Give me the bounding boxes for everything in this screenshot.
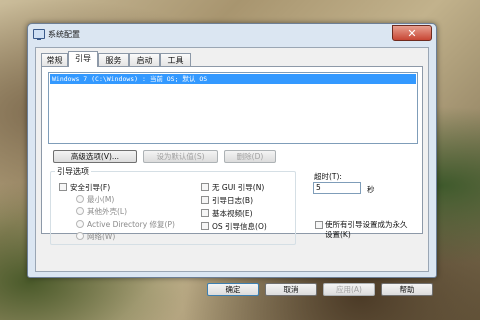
active-directory-repair-label: Active Directory 修复(P) [87, 220, 175, 229]
os-boot-info-label: OS 引导信息(O) [212, 222, 267, 231]
cancel-button[interactable]: 取消 [265, 283, 317, 296]
boot-options-group: 引导选项 安全引导(F) 最小(M) 其他外壳(L) Active Direct… [50, 166, 296, 245]
close-button[interactable]: ✕ [392, 25, 432, 41]
boot-options-label: 引导选项 [55, 166, 91, 177]
network-label: 网络(W) [87, 232, 116, 241]
no-gui-boot-checkbox[interactable] [201, 183, 209, 191]
safe-boot-checkbox[interactable] [59, 183, 67, 191]
monitor-icon [33, 29, 45, 40]
base-video-label: 基本视频(E) [212, 209, 253, 218]
dialog-client: 常规 引导 服务 启动 工具 Windows 7 (C:\Windows) : … [35, 47, 433, 296]
alternate-shell-radio[interactable] [76, 207, 84, 215]
tab-tools[interactable]: 工具 [160, 53, 191, 66]
make-permanent-label-line2: 设置(K) [325, 230, 351, 239]
ok-button[interactable]: 确定 [207, 283, 259, 296]
alternate-shell-label: 其他外壳(L) [87, 207, 128, 216]
set-as-default-button[interactable]: 设为默认值(S) [143, 150, 218, 163]
boot-entry-selected[interactable]: Windows 7 (C:\Windows) : 当前 OS; 默认 OS [50, 74, 416, 84]
timeout-label: 超时(T): [314, 172, 342, 181]
boot-entry-list[interactable]: Windows 7 (C:\Windows) : 当前 OS; 默认 OS [48, 72, 418, 144]
timeout-unit-label: 秒 [367, 185, 375, 194]
safe-boot-label: 安全引导(F) [70, 183, 111, 192]
minimal-label: 最小(M) [87, 195, 115, 204]
help-button[interactable]: 帮助 [381, 283, 433, 296]
apply-button[interactable]: 应用(A) [323, 283, 375, 296]
tab-boot[interactable]: 引导 [68, 51, 98, 67]
timeout-input[interactable]: 5 [313, 182, 361, 194]
base-video-checkbox[interactable] [201, 209, 209, 217]
os-boot-info-checkbox[interactable] [201, 222, 209, 230]
active-directory-repair-radio[interactable] [76, 220, 84, 228]
system-configuration-window: 系统配置 ✕ 常规 引导 服务 启动 工具 Windows 7 (C:\Wind… [27, 23, 437, 296]
make-permanent-checkbox[interactable] [315, 221, 323, 229]
no-gui-boot-label: 无 GUI 引导(N) [212, 183, 265, 192]
tab-startup[interactable]: 启动 [129, 53, 160, 66]
delete-button[interactable]: 删除(D) [224, 150, 276, 163]
boot-log-checkbox[interactable] [201, 196, 209, 204]
window-title: 系统配置 [48, 30, 80, 39]
boot-tab-panel: Windows 7 (C:\Windows) : 当前 OS; 默认 OS 高级… [41, 66, 423, 245]
network-radio[interactable] [76, 232, 84, 240]
tab-services[interactable]: 服务 [98, 53, 129, 66]
advanced-options-button[interactable]: 高级选项(V)... [53, 150, 137, 163]
title-bar[interactable]: 系统配置 ✕ [28, 24, 436, 45]
boot-log-label: 引导日志(B) [212, 196, 253, 205]
minimal-radio[interactable] [76, 195, 84, 203]
tab-general[interactable]: 常规 [41, 53, 68, 66]
